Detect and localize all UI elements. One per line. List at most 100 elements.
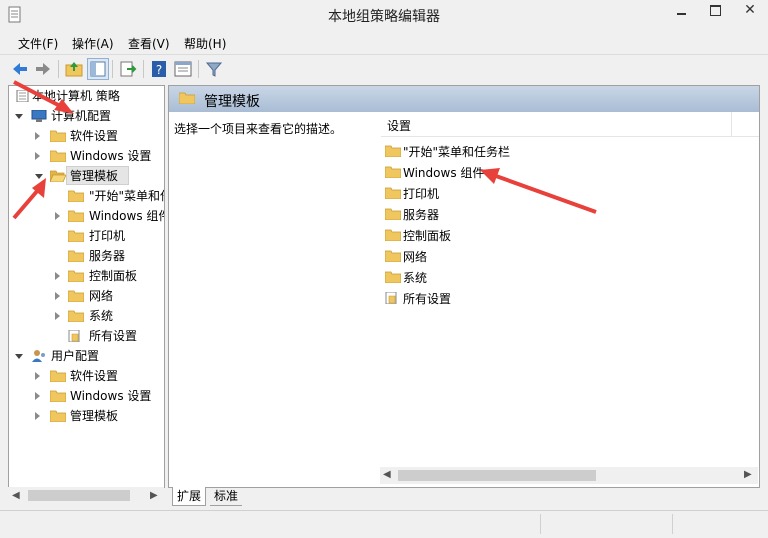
list-item-label: 系统 <box>403 271 428 285</box>
help-icon[interactable]: ? <box>149 59 169 79</box>
tree-item-label: Windows 设置 <box>70 389 152 403</box>
folder-icon <box>385 166 401 178</box>
collapsed-arrow-icon[interactable] <box>35 412 40 420</box>
list-item[interactable]: Windows 组件 <box>381 161 751 182</box>
tab-standard[interactable]: 标准 <box>210 487 243 506</box>
folder-icon <box>50 370 66 382</box>
maximize-button[interactable] <box>698 0 732 22</box>
collapsed-arrow-icon[interactable] <box>55 212 60 220</box>
tree-item[interactable]: 所有设置 <box>9 326 164 346</box>
folder-icon <box>68 210 84 222</box>
collapsed-arrow-icon[interactable] <box>35 132 40 140</box>
tree-item[interactable]: 服务器 <box>9 246 164 266</box>
menu-help[interactable]: 帮助(H) <box>184 35 226 52</box>
tree-item[interactable]: Windows 设置 <box>9 386 164 406</box>
tree-horizontal-scrollbar[interactable]: ◀ ▶ <box>8 487 164 504</box>
minimize-button[interactable] <box>664 0 698 22</box>
collapsed-arrow-icon[interactable] <box>35 152 40 160</box>
folder-icon <box>179 92 195 104</box>
tree-item-label: 软件设置 <box>70 369 119 383</box>
tree-item[interactable]: 管理模板 <box>9 406 164 426</box>
list-item[interactable]: 服务器 <box>381 203 751 224</box>
list-item[interactable]: 所有设置 <box>381 287 751 308</box>
tree-item[interactable]: "开始"菜单和任务栏 <box>9 186 164 206</box>
tree-item-label: 系统 <box>89 309 114 323</box>
list-item[interactable]: "开始"菜单和任务栏 <box>381 140 751 161</box>
list-item[interactable]: 控制面板 <box>381 224 751 245</box>
tree-pane[interactable]: 本地计算机 策略计算机配置软件设置 Windows 设置管理模板 "开始"菜单和任务… <box>8 85 165 488</box>
status-cell <box>540 514 671 534</box>
collapsed-arrow-icon[interactable] <box>55 292 60 300</box>
toolbar-separator <box>58 60 59 78</box>
folder-icon <box>68 230 84 242</box>
status-bar <box>0 510 768 538</box>
list-item-label: 所有设置 <box>403 292 452 306</box>
tree-item[interactable]: 用户配置 <box>9 346 164 366</box>
folder-icon <box>68 290 84 302</box>
tree-item[interactable]: 软件设置 <box>9 366 164 386</box>
expanded-arrow-icon[interactable] <box>15 354 23 359</box>
properties-icon[interactable] <box>173 59 193 79</box>
tree-item-label: 管理模板 <box>70 409 119 423</box>
scroll-right-icon[interactable]: ▶ <box>744 469 752 480</box>
list-item[interactable]: 打印机 <box>381 182 751 203</box>
tree-item[interactable]: 计算机配置 <box>9 106 164 126</box>
close-button[interactable]: ✕ <box>732 0 768 22</box>
list-item[interactable]: 网络 <box>381 245 751 266</box>
title-bar: 本地组策略编辑器 ✕ <box>0 0 768 30</box>
tree-item-label: 控制面板 <box>89 269 138 283</box>
collapsed-arrow-icon[interactable] <box>55 272 60 280</box>
details-header: 管理模板 <box>169 86 759 112</box>
up-folder-icon[interactable] <box>64 59 84 79</box>
tree-item[interactable]: 管理模板 <box>9 166 164 186</box>
show-hide-tree-icon[interactable] <box>87 58 109 80</box>
folder-open-icon <box>50 170 66 182</box>
tree-item[interactable]: 软件设置 <box>9 126 164 146</box>
tree-item[interactable]: 网络 <box>9 286 164 306</box>
scroll-right-icon[interactable]: ▶ <box>150 490 158 501</box>
settings-list: 设置 "开始"菜单和任务栏 Windows 组件 打印机服务器控制面板 网络系统所有设… <box>381 112 759 487</box>
column-divider[interactable] <box>731 112 732 136</box>
expanded-arrow-icon[interactable] <box>15 114 23 119</box>
tree-item[interactable]: 本地计算机 策略 <box>9 86 164 106</box>
collapsed-arrow-icon[interactable] <box>35 372 40 380</box>
tree-item[interactable]: Windows 设置 <box>9 146 164 166</box>
scroll-left-icon[interactable]: ◀ <box>12 490 20 501</box>
toolbar: ? <box>0 54 768 83</box>
collapsed-arrow-icon[interactable] <box>55 312 60 320</box>
export-list-icon[interactable] <box>118 59 138 79</box>
back-arrow-icon[interactable] <box>10 59 30 79</box>
scroll-thumb[interactable] <box>28 490 130 501</box>
scroll-left-icon[interactable]: ◀ <box>383 469 391 480</box>
tree-item[interactable]: Windows 组件 <box>9 206 164 226</box>
tree-item[interactable]: 打印机 <box>9 226 164 246</box>
forward-arrow-icon[interactable] <box>33 59 53 79</box>
tree-item-label: 服务器 <box>89 249 126 263</box>
list-item-label: "开始"菜单和任务栏 <box>403 145 511 159</box>
list-item[interactable]: 系统 <box>381 266 751 287</box>
minimize-icon <box>677 13 686 15</box>
scroll-thumb[interactable] <box>398 470 596 481</box>
menu-file[interactable]: 文件(F) <box>18 35 58 52</box>
folder-icon <box>50 130 66 142</box>
folder-icon <box>385 229 401 241</box>
tree-item-label: 打印机 <box>89 229 126 243</box>
column-header-setting[interactable]: 设置 <box>381 112 759 137</box>
menu-view[interactable]: 查看(V) <box>128 35 170 52</box>
list-item-label: 服务器 <box>403 208 440 222</box>
toolbar-separator <box>112 60 113 78</box>
filter-icon[interactable] <box>204 59 224 79</box>
folder-icon <box>68 190 84 202</box>
folder-icon <box>50 150 66 162</box>
menu-action[interactable]: 操作(A) <box>72 35 114 52</box>
tree-item[interactable]: 系统 <box>9 306 164 326</box>
tab-extended[interactable]: 扩展 <box>172 487 207 506</box>
folder-icon <box>68 250 84 262</box>
collapsed-arrow-icon[interactable] <box>35 392 40 400</box>
tree-item[interactable]: 控制面板 <box>9 266 164 286</box>
folder-icon <box>50 390 66 402</box>
list-horizontal-scrollbar[interactable]: ◀ ▶ <box>380 467 758 484</box>
toolbar-separator <box>143 60 144 78</box>
expanded-arrow-icon[interactable] <box>35 174 43 179</box>
settings-page-icon <box>385 292 397 304</box>
